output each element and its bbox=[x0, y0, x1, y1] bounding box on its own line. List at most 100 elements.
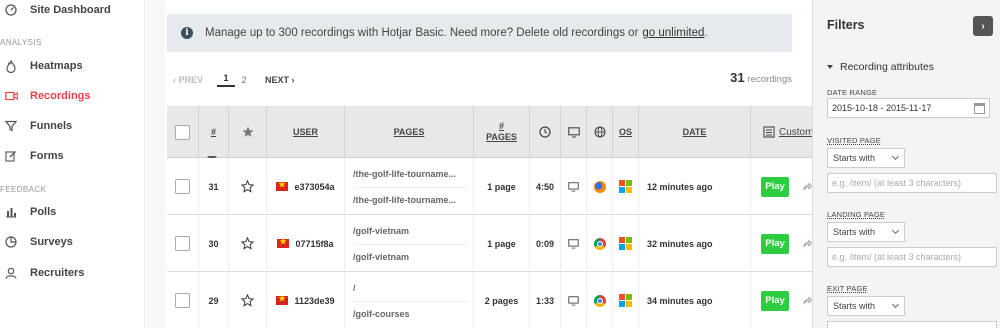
chevron-down-icon bbox=[891, 226, 900, 235]
col-os-header[interactable]: OS bbox=[613, 106, 639, 158]
share-icon[interactable] bbox=[803, 238, 812, 249]
sidebar-item-recruiters[interactable]: Recruiters bbox=[0, 262, 145, 284]
col-browser-header[interactable] bbox=[587, 106, 613, 158]
exit-page[interactable]: /golf-courses bbox=[353, 300, 468, 327]
exit-page[interactable]: /golf-vietnam bbox=[353, 243, 468, 270]
next-page-button[interactable]: NEXT › bbox=[265, 75, 295, 85]
sidebar-item-forms[interactable]: Forms bbox=[0, 145, 145, 167]
table-row[interactable]: 29 1123de39 / /golf-courses 2 pages 1:33… bbox=[167, 272, 812, 328]
exit-page-match-select[interactable]: Starts with bbox=[827, 296, 905, 316]
page-2-link[interactable]: 2 bbox=[235, 75, 253, 85]
sidebar-item-funnels[interactable]: Funnels bbox=[0, 115, 145, 137]
section-label-feedback: FEEDBACK bbox=[0, 185, 47, 194]
date-range-input[interactable]: 2015-10-18 - 2015-11-17 bbox=[827, 98, 990, 118]
prev-page-button[interactable]: ‹ PREV bbox=[173, 75, 203, 85]
clock-icon bbox=[539, 126, 551, 138]
os-cell bbox=[613, 215, 639, 272]
table-row[interactable]: 31 e373054a /the-golf-life-tourname... /… bbox=[167, 158, 812, 215]
play-button[interactable]: Play bbox=[761, 176, 790, 197]
table-row[interactable]: 30 07715f8a /golf-vietnam /golf-vietnam … bbox=[167, 215, 812, 272]
filters-title: Filters bbox=[827, 18, 865, 32]
user-cell[interactable]: 1123de39 bbox=[267, 272, 345, 328]
user-cell[interactable]: 07715f8a bbox=[267, 215, 345, 272]
sidebar-item-heatmaps[interactable]: Heatmaps bbox=[0, 55, 145, 77]
customize-button[interactable]: Customiz bbox=[751, 106, 812, 158]
vietnam-flag-icon bbox=[277, 237, 290, 248]
form-edit-icon bbox=[4, 149, 18, 163]
entry-page[interactable]: / bbox=[353, 275, 468, 301]
exit-page[interactable]: /the-golf-life-tourname... bbox=[353, 186, 468, 213]
share-icon[interactable] bbox=[803, 295, 812, 306]
entry-page[interactable]: /golf-vietnam bbox=[353, 218, 468, 244]
star-outline-icon bbox=[241, 237, 254, 250]
star-outline-icon bbox=[241, 180, 254, 193]
landing-page-match-select[interactable]: Starts with bbox=[827, 222, 905, 242]
col-date-header[interactable]: DATE bbox=[639, 106, 751, 158]
favorite-star-button[interactable] bbox=[229, 272, 267, 328]
share-icon[interactable] bbox=[803, 181, 812, 192]
col-device-header[interactable] bbox=[561, 106, 587, 158]
user-cell[interactable]: e373054a bbox=[267, 158, 345, 215]
visited-page-input[interactable]: e.g. /item/ (at least 3 characters) bbox=[827, 173, 997, 193]
flame-icon bbox=[4, 59, 18, 73]
play-button[interactable]: Play bbox=[761, 290, 790, 311]
go-unlimited-link[interactable]: go unlimited bbox=[642, 27, 704, 39]
os-cell bbox=[613, 158, 639, 215]
browser-cell bbox=[587, 158, 613, 215]
landing-page-input[interactable]: e.g. /item/ (at least 3 characters) bbox=[827, 247, 997, 267]
chrome-icon bbox=[593, 237, 606, 250]
col-pages-header[interactable]: PAGES bbox=[345, 106, 474, 158]
firefox-icon bbox=[593, 180, 606, 193]
sidebar-item-label: Heatmaps bbox=[30, 60, 83, 72]
landing-page-placeholder: e.g. /item/ (at least 3 characters) bbox=[832, 252, 962, 262]
sidebar-item-label: Forms bbox=[30, 150, 64, 162]
col-user-header[interactable]: USER bbox=[267, 106, 345, 158]
browser-cell bbox=[587, 215, 613, 272]
sidebar-item-recordings[interactable]: Recordings bbox=[0, 85, 145, 107]
col-num-pages-header[interactable]: # PAGES bbox=[474, 106, 530, 158]
sidebar-item-label: Recordings bbox=[30, 90, 91, 102]
favorite-star-button[interactable] bbox=[229, 215, 267, 272]
visited-page-match-select[interactable]: Starts with bbox=[827, 148, 905, 168]
row-checkbox[interactable] bbox=[175, 293, 190, 308]
row-checkbox[interactable] bbox=[175, 236, 190, 251]
recording-attributes-toggle[interactable]: Recording attributes bbox=[827, 61, 934, 73]
date-range-label: DATE RANGE bbox=[827, 88, 878, 97]
recordings-count-label: recordings bbox=[747, 74, 792, 85]
page-count: 1 page bbox=[474, 215, 530, 272]
bar-chart-icon bbox=[4, 205, 18, 219]
os-cell bbox=[613, 272, 639, 328]
recordings-panel: i Manage up to 300 recordings with Hotja… bbox=[165, 0, 812, 328]
sidebar-item-polls[interactable]: Polls bbox=[0, 201, 145, 223]
date-range-value: 2015-10-18 - 2015-11-17 bbox=[832, 103, 932, 113]
device-cell bbox=[561, 215, 587, 272]
duration: 1:33 bbox=[530, 272, 561, 328]
favorite-star-button[interactable] bbox=[229, 158, 267, 215]
exit-page-match-value: Starts with bbox=[833, 301, 876, 311]
video-icon bbox=[4, 89, 18, 103]
select-all-checkbox[interactable] bbox=[175, 124, 190, 140]
page-1-link[interactable]: 1 bbox=[217, 73, 236, 87]
sidebar-item-label: Polls bbox=[30, 206, 57, 218]
play-button[interactable]: Play bbox=[761, 233, 790, 254]
desktop-icon bbox=[568, 238, 579, 249]
user-id: e373054a bbox=[294, 181, 335, 192]
row-checkbox[interactable] bbox=[175, 179, 190, 194]
col-num-header[interactable]: # bbox=[199, 106, 229, 158]
collapse-filters-button[interactable]: › bbox=[973, 16, 993, 36]
sidebar-item-site-dashboard[interactable]: Site Dashboard bbox=[0, 0, 145, 21]
sidebar-item-surveys[interactable]: Surveys bbox=[0, 231, 145, 253]
exit-page-input[interactable] bbox=[827, 321, 997, 328]
user-id: 1123de39 bbox=[294, 295, 335, 306]
sidebar-item-label: Funnels bbox=[30, 120, 73, 132]
exit-page-label: EXIT PAGE bbox=[827, 284, 868, 293]
recording-date: 12 minutes ago bbox=[639, 158, 751, 215]
duration: 0:09 bbox=[530, 215, 561, 272]
calendar-icon[interactable] bbox=[974, 103, 985, 114]
col-duration-header[interactable] bbox=[530, 106, 561, 158]
browser-cell bbox=[587, 272, 613, 328]
entry-page[interactable]: /the-golf-life-tourname... bbox=[353, 161, 468, 187]
star-icon bbox=[242, 126, 253, 137]
visited-page-match-value: Starts with bbox=[833, 153, 876, 163]
landing-page-match-value: Starts with bbox=[833, 227, 876, 237]
